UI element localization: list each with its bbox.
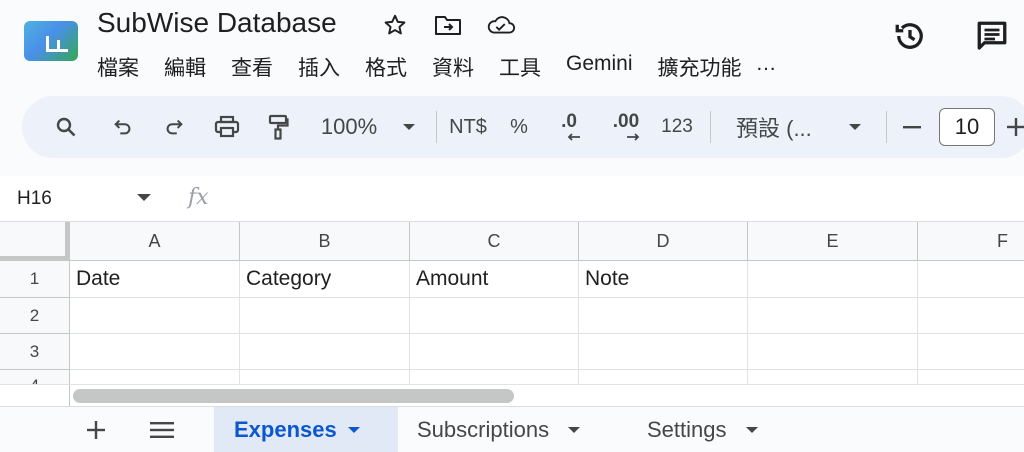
sheets-logo-icon[interactable] bbox=[24, 21, 78, 61]
scrollbar-thumb[interactable] bbox=[73, 389, 514, 403]
toolbar: 100% NT$ % .0 .00 123 預設 (... 10 bbox=[22, 96, 1024, 158]
star-icon[interactable] bbox=[380, 10, 410, 40]
add-sheet-icon[interactable] bbox=[76, 407, 116, 452]
menu-tools[interactable]: 工具 bbox=[499, 52, 541, 82]
print-icon[interactable] bbox=[209, 96, 245, 158]
table-cell[interactable]: Amount bbox=[410, 261, 579, 298]
menu-more[interactable]: … bbox=[756, 52, 777, 82]
table-cell[interactable]: Note bbox=[579, 261, 748, 298]
horizontal-scrollbar[interactable] bbox=[0, 384, 1024, 407]
table-cell[interactable]: Category bbox=[240, 261, 410, 298]
table-cell[interactable] bbox=[70, 334, 240, 370]
table-cell[interactable] bbox=[748, 261, 918, 298]
chevron-down-icon bbox=[347, 427, 360, 433]
chevron-down-icon bbox=[568, 427, 581, 433]
spreadsheet-grid: A B C D E F 1 Date Category Amount Note … bbox=[0, 222, 1024, 405]
comments-icon[interactable] bbox=[972, 16, 1012, 56]
increase-font-size-icon[interactable] bbox=[1004, 96, 1024, 158]
row-header[interactable]: 3 bbox=[0, 334, 70, 370]
name-box[interactable]: H16 bbox=[17, 188, 52, 210]
table-cell[interactable] bbox=[748, 334, 918, 370]
percent-format-button[interactable]: % bbox=[506, 96, 532, 158]
document-title[interactable]: SubWise Database bbox=[97, 7, 337, 39]
fx-icon: fx bbox=[188, 185, 209, 210]
column-header-f[interactable]: F bbox=[918, 222, 1024, 261]
font-select[interactable]: 預設 (... bbox=[722, 96, 832, 158]
row-header[interactable]: 2 bbox=[0, 298, 70, 334]
font-dropdown-icon[interactable] bbox=[842, 96, 868, 158]
redo-icon[interactable] bbox=[156, 96, 192, 158]
move-to-folder-icon[interactable] bbox=[433, 10, 463, 40]
column-header-d[interactable]: D bbox=[579, 222, 748, 261]
table-cell[interactable] bbox=[410, 298, 579, 334]
table-cell[interactable] bbox=[918, 261, 1024, 298]
spreadsheet-app: SubWise Database 檔案 編輯 查看 插入 格式 資料 工具 Ge… bbox=[0, 0, 1024, 452]
increase-decimal-button[interactable]: .00 bbox=[606, 96, 646, 158]
sheet-tab-expenses[interactable]: Expenses bbox=[214, 407, 398, 452]
table-cell[interactable] bbox=[410, 334, 579, 370]
table-cell[interactable] bbox=[240, 298, 410, 334]
row-header[interactable]: 1 bbox=[0, 261, 70, 298]
font-size-input[interactable]: 10 bbox=[939, 108, 995, 146]
menu-view[interactable]: 查看 bbox=[231, 52, 273, 82]
app-header: SubWise Database 檔案 編輯 查看 插入 格式 資料 工具 Ge… bbox=[0, 0, 1024, 92]
table-cell[interactable] bbox=[748, 298, 918, 334]
menu-gemini[interactable]: Gemini bbox=[566, 52, 633, 82]
formula-bar: H16 fx bbox=[0, 176, 1024, 222]
column-header-e[interactable]: E bbox=[748, 222, 918, 261]
table-cell[interactable] bbox=[918, 298, 1024, 334]
menu-bar: 檔案 編輯 查看 插入 格式 資料 工具 Gemini 擴充功能 … bbox=[97, 52, 802, 82]
menu-data[interactable]: 資料 bbox=[432, 52, 474, 82]
sheet-tab-settings[interactable]: Settings bbox=[628, 407, 788, 452]
history-icon[interactable] bbox=[890, 16, 930, 56]
column-header-c[interactable]: C bbox=[410, 222, 579, 261]
decrease-font-size-icon[interactable] bbox=[898, 96, 926, 158]
menu-insert[interactable]: 插入 bbox=[298, 52, 340, 82]
cloud-saved-icon[interactable] bbox=[486, 10, 516, 40]
sheet-tab-subscriptions[interactable]: Subscriptions bbox=[398, 407, 626, 452]
menu-format[interactable]: 格式 bbox=[365, 52, 407, 82]
currency-format-button[interactable]: NT$ bbox=[446, 96, 490, 158]
table-cell[interactable] bbox=[579, 334, 748, 370]
zoom-dropdown-icon[interactable] bbox=[396, 96, 422, 158]
table-cell[interactable] bbox=[70, 298, 240, 334]
menu-extensions[interactable]: 擴充功能 bbox=[658, 52, 742, 82]
menu-file[interactable]: 檔案 bbox=[97, 52, 139, 82]
name-box-dropdown-icon[interactable] bbox=[135, 187, 153, 212]
menu-edit[interactable]: 編輯 bbox=[164, 52, 206, 82]
decrease-decimal-button[interactable]: .0 bbox=[550, 96, 588, 158]
table-cell[interactable] bbox=[918, 334, 1024, 370]
sheet-tabs-bar: Expenses Subscriptions Settings bbox=[0, 406, 1024, 452]
paint-format-icon[interactable] bbox=[260, 96, 296, 158]
table-cell[interactable] bbox=[579, 298, 748, 334]
table-cell[interactable]: Date bbox=[70, 261, 240, 298]
column-header-b[interactable]: B bbox=[240, 222, 410, 261]
all-sheets-icon[interactable] bbox=[142, 407, 182, 452]
zoom-value[interactable]: 100% bbox=[314, 96, 384, 158]
column-header-a[interactable]: A bbox=[70, 222, 240, 261]
table-cell[interactable] bbox=[240, 334, 410, 370]
undo-icon[interactable] bbox=[105, 96, 141, 158]
search-icon[interactable] bbox=[48, 96, 84, 158]
select-all-corner[interactable] bbox=[0, 222, 70, 261]
chevron-down-icon bbox=[745, 427, 758, 433]
number-format-button[interactable]: 123 bbox=[658, 96, 696, 158]
